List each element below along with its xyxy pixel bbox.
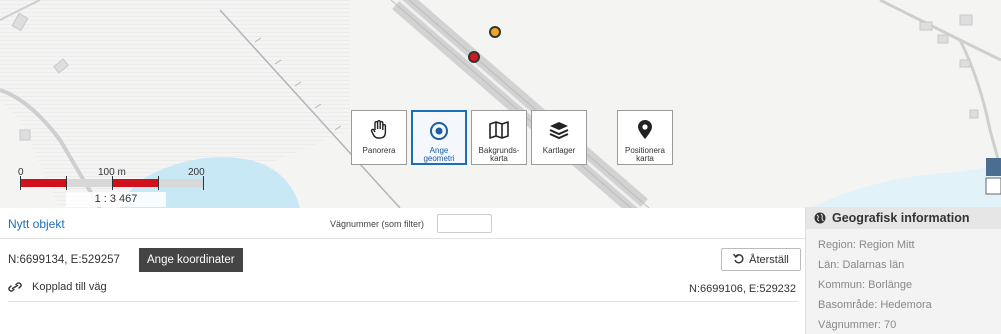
reset-button[interactable]: Återställ [721, 248, 801, 271]
scale-ratio: 1 : 3 467 [66, 192, 166, 207]
tool-position-map-label: Positionera karta [624, 146, 666, 163]
tool-pan-button[interactable]: Panorera [351, 110, 407, 165]
target-icon [427, 120, 451, 141]
geographic-info-panel: Geografisk information Region: Region Mi… [805, 207, 1001, 334]
location-pin-icon [633, 119, 657, 141]
form-header: Nytt objekt Vägnummer (som filter) [0, 208, 805, 239]
globe-icon [814, 212, 826, 224]
page-title: Nytt objekt [8, 217, 65, 231]
scale-segments [20, 176, 204, 190]
linked-road-row: Kopplad till väg [8, 281, 107, 293]
geo-road-number: Vägnummer: 70 [818, 319, 897, 331]
new-object-form: Nytt objekt Vägnummer (som filter) N:669… [0, 208, 805, 334]
map-marker-other[interactable] [489, 26, 501, 38]
app-root: Panorera Ange geometri Bakgrunds- karta … [0, 0, 1001, 334]
hand-icon [367, 119, 391, 141]
tool-geometry-button[interactable]: Ange geometri [411, 110, 467, 165]
tool-geometry-label: Ange geometri [423, 146, 455, 163]
geo-municipality: Kommun: Borlänge [818, 279, 913, 291]
linked-road-label: Kopplad till väg [32, 281, 107, 293]
geographic-info-title: Geografisk information [832, 211, 970, 225]
map-marker-selected[interactable] [468, 51, 480, 63]
geographic-info-header[interactable]: Geografisk information [806, 207, 1001, 229]
divider [8, 301, 798, 302]
scale-bar: 0 100 m 200 m 1 : 3 467 [8, 167, 213, 208]
tool-position-map-button[interactable]: Positionera karta [617, 110, 673, 165]
geo-region: Region: Region Mitt [818, 239, 915, 251]
map-canvas[interactable]: Panorera Ange geometri Bakgrunds- karta … [0, 0, 1001, 208]
geo-county: Län: Dalarnas län [818, 259, 905, 271]
geo-base-area: Basområde: Hedemora [818, 299, 932, 311]
map-icon [487, 119, 511, 141]
coordinates-text: N:6699134, E:529257 [8, 254, 120, 266]
link-icon [8, 282, 22, 292]
reset-button-label: Återställ [749, 253, 789, 266]
enter-coordinates-button[interactable]: Ange koordinater [139, 248, 243, 272]
road-coordinates-text: N:6699106, E:529232 [689, 283, 797, 295]
road-number-filter-input[interactable] [437, 214, 492, 233]
tool-background-map-button[interactable]: Bakgrunds- karta [471, 110, 527, 165]
tool-layers-label: Kartlager [542, 146, 576, 155]
tool-background-map-label: Bakgrunds- karta [478, 146, 520, 163]
tool-layers-button[interactable]: Kartlager [531, 110, 587, 165]
road-number-filter-label: Vägnummer (som filter) [330, 219, 425, 229]
tool-pan-label: Panorera [362, 146, 396, 155]
undo-icon [733, 253, 744, 267]
layers-icon [547, 119, 571, 141]
